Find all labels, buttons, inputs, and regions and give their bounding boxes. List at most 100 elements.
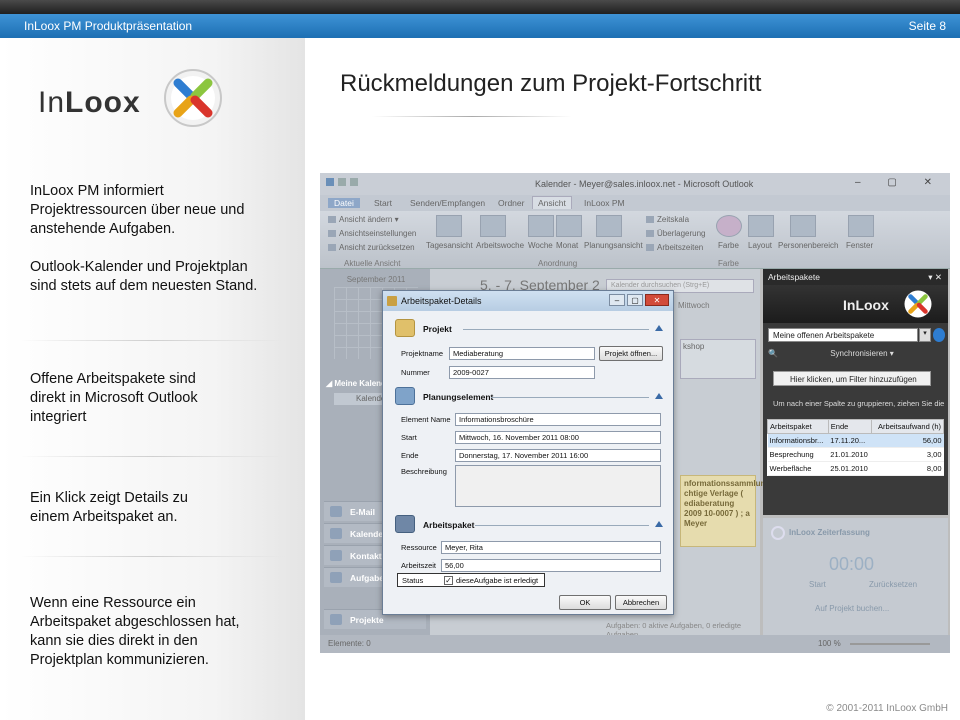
work-package-details-dialog: Arbeitspaket-Details – ▢ ✕ Projekt Projekt… — [382, 290, 674, 615]
column-header-package[interactable]: Arbeitspaket — [767, 419, 829, 434]
timer-start-button[interactable]: Start — [809, 580, 826, 589]
pane-close-icon[interactable]: ▾ ✕ — [928, 272, 942, 283]
divider — [20, 556, 285, 557]
task-done-checkbox[interactable]: ✓ — [444, 576, 453, 585]
open-project-button[interactable]: Projekt öffnen... — [599, 346, 663, 361]
projects-icon — [330, 614, 342, 625]
mini-calendar-month: September 2011 — [346, 275, 406, 284]
left-paragraph-3: Offene Arbeitspakete sind direkt in Micr… — [30, 371, 198, 425]
status-elements: Elemente: 0 — [328, 639, 371, 648]
tab-ordner[interactable]: Ordner — [498, 198, 524, 208]
start-field[interactable]: Mittwoch, 16. November 2011 08:00 — [455, 431, 661, 444]
table-row[interactable]: Werbefläche 25.01.2010 8,00 — [767, 461, 944, 476]
column-header-effort[interactable]: Arbeitsaufwand (h) — [871, 419, 944, 434]
end-field[interactable]: Donnerstag, 17. November 2011 16:00 — [455, 449, 661, 462]
section-work-package[interactable]: Arbeitspaket — [391, 515, 665, 535]
day-view-icon[interactable] — [436, 215, 462, 237]
folder-icon — [395, 319, 415, 337]
label-number: Nummer — [401, 368, 430, 377]
collapse-icon[interactable] — [655, 393, 663, 399]
plan-view-label[interactable]: Planungsansicht — [584, 241, 643, 250]
copyright: © 2001-2011 InLoox GmbH — [826, 703, 948, 714]
table-row[interactable]: Besprechung 21.01.2010 3,00 — [767, 447, 944, 462]
tasks-icon — [330, 572, 342, 583]
zoom-slider[interactable] — [850, 643, 930, 645]
worktime-field[interactable]: 56,00 — [441, 559, 661, 572]
quick-access-toolbar[interactable] — [326, 178, 366, 190]
window-controls[interactable]: – ▢ ✕ — [855, 177, 944, 188]
persons-icon[interactable] — [790, 215, 816, 237]
time-tracking-panel: InLoox Zeiterfassung 00:00 Start Zurücks… — [763, 518, 948, 635]
month-label[interactable]: Monat — [556, 241, 578, 250]
worktime-button[interactable]: Arbeitszeiten — [646, 243, 703, 252]
layout-icon[interactable] — [748, 215, 774, 237]
page-number: Seite 8 — [908, 19, 946, 33]
timescale-button[interactable]: Zeitskala — [646, 215, 689, 224]
package-icon — [387, 296, 397, 306]
table-row[interactable]: Informationsbr... 17.11.20... 56,00 — [767, 433, 944, 448]
left-paragraph-4: Ein Klick zeigt Details zu einem Arbeits… — [30, 490, 188, 525]
tab-senden[interactable]: Senden/Empfangen — [410, 198, 485, 208]
clock-icon — [771, 526, 785, 540]
view-settings-button[interactable]: Ansichtseinstellungen — [328, 229, 416, 238]
collapse-icon[interactable] — [655, 521, 663, 527]
collapse-icon[interactable] — [655, 325, 663, 331]
tab-datei[interactable]: Datei — [328, 198, 360, 208]
workweek-label[interactable]: Arbeitswoche — [476, 241, 524, 250]
view-reset-button[interactable]: Ansicht zurücksetzen — [328, 243, 415, 252]
people-icon — [395, 515, 415, 533]
maximize-icon[interactable]: ▢ — [627, 294, 643, 306]
day-header: Mittwoch — [678, 301, 710, 310]
title-underline — [372, 116, 572, 117]
refresh-icon[interactable] — [933, 328, 945, 342]
sync-button[interactable]: Synchronisieren ▾ — [830, 349, 894, 358]
day-view-label[interactable]: Tagesansicht — [426, 241, 473, 250]
ok-button[interactable]: OK — [559, 595, 611, 610]
chevron-down-icon[interactable]: ▾ — [919, 328, 931, 342]
pane-logo-text: InLoox — [843, 297, 889, 313]
plan-view-icon[interactable] — [596, 215, 622, 237]
window-icon[interactable] — [848, 215, 874, 237]
info-appointment[interactable]: nformationssammlun chtige Verlage ( edia… — [680, 475, 765, 547]
label-end: Ende — [401, 451, 419, 460]
resource-field[interactable]: Meyer, Rita — [441, 541, 661, 554]
inloox-logo: InLoox — [38, 69, 228, 140]
week-icon[interactable] — [528, 215, 554, 237]
cancel-button[interactable]: Abbrechen — [615, 595, 667, 610]
timer-reset-button[interactable]: Zurücksetzen — [869, 580, 917, 589]
projectname-field[interactable]: Mediaberatung — [449, 347, 595, 360]
description-textarea[interactable] — [455, 465, 661, 507]
label-element-name: Element Name — [401, 415, 451, 424]
task-done-label[interactable]: dieseAufgabe ist erledigt — [456, 576, 538, 585]
book-on-project-link[interactable]: Auf Projekt buchen... — [815, 604, 889, 613]
view-change-button[interactable]: Ansicht ändern ▾ — [328, 215, 399, 224]
layout-label[interactable]: Layout — [748, 241, 772, 250]
section-project[interactable]: Projekt — [391, 319, 665, 339]
persons-label[interactable]: Personenbereich — [778, 241, 838, 250]
label-description: Beschreibung — [401, 467, 447, 476]
week-label[interactable]: Woche — [528, 241, 553, 250]
filter-select[interactable]: Meine offenen Arbeitspakete — [768, 328, 918, 342]
color-icon[interactable] — [716, 215, 742, 237]
column-header-end[interactable]: Ende — [827, 419, 873, 434]
tab-start[interactable]: Start — [374, 198, 392, 208]
color-label[interactable]: Farbe — [718, 241, 739, 250]
add-filter-button[interactable]: Hier klicken, um Filter hinzuzufügen — [773, 371, 931, 386]
ribbon-tabs: Datei Start Senden/Empfangen Ordner Ansi… — [320, 195, 950, 211]
close-icon[interactable]: ✕ — [645, 294, 669, 306]
month-icon[interactable] — [556, 215, 582, 237]
window-label[interactable]: Fenster — [846, 241, 873, 250]
overlay-button[interactable]: Überlagerung — [646, 229, 705, 238]
tab-ansicht[interactable]: Ansicht — [532, 196, 572, 209]
ribbon: Ansicht ändern ▾ Ansichtseinstellungen A… — [320, 211, 950, 269]
calendar-icon — [330, 528, 342, 539]
search-icon[interactable]: 🔍 — [768, 349, 778, 358]
number-field[interactable]: 2009-0027 — [449, 366, 595, 379]
outlook-window-title: Kalender - Meyer@sales.inloox.net - Micr… — [535, 179, 754, 189]
workshop-appointment[interactable]: kshop — [680, 339, 756, 379]
workweek-icon[interactable] — [480, 215, 506, 237]
element-name-field[interactable]: Informationsbroschüre — [455, 413, 661, 426]
tab-inloox[interactable]: InLoox PM — [584, 198, 625, 208]
minimize-icon[interactable]: – — [609, 294, 625, 306]
section-planning[interactable]: Planungselement — [391, 387, 665, 407]
